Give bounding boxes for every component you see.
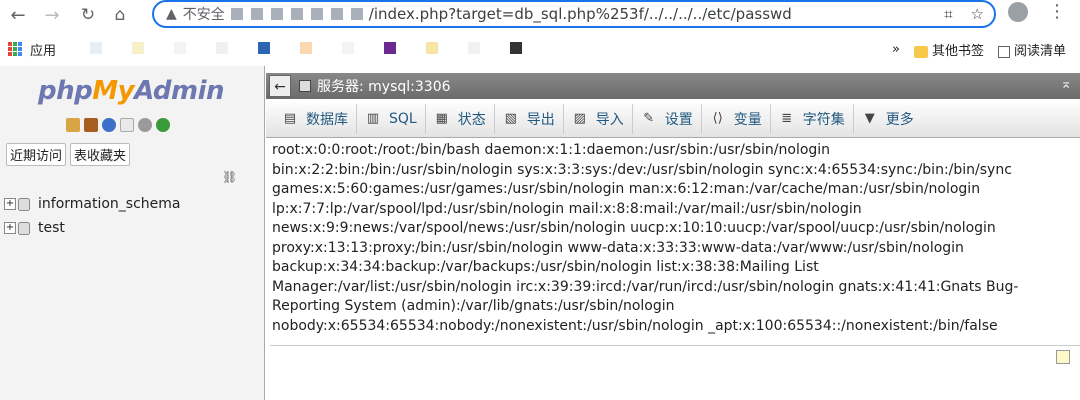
insecure-label[interactable]: 不安全 [183, 4, 225, 24]
reload-icon[interactable]: ↻ [76, 3, 100, 27]
top-menu-tabs: ▤ 数据库 ▥ SQL ▦ 状态 ▧ 导出 ▨ 导入 ✎ 设置 ⟨⟩ 变量 ≣ 字符集 ▼ 更多 [266, 100, 1080, 138]
server-label[interactable]: 服务器: mysql:3306 [317, 76, 451, 96]
export-icon: ▧ [504, 111, 517, 126]
sql-icon: ▥ [366, 111, 380, 126]
reload-nav-icon[interactable] [156, 118, 170, 132]
bookmark-star-icon[interactable]: ☆ [971, 5, 984, 23]
expand-plus-icon[interactable]: + [4, 222, 16, 234]
address-bar[interactable]: ▲ 不安全 /index.php?target=db_sql.php%253f/… [152, 0, 996, 28]
url-text[interactable]: /index.php?target=db_sql.php%253f/../../… [369, 5, 792, 23]
profile-avatar-icon[interactable] [1008, 2, 1028, 22]
charset-icon: ≣ [781, 111, 793, 126]
tab-variables[interactable]: ⟨⟩ 变量 [702, 103, 771, 134]
database-item[interactable]: + test [4, 216, 181, 240]
server-icon [299, 80, 311, 92]
logo-php: php [38, 76, 93, 106]
status-icon: ▦ [435, 111, 448, 126]
variables-icon: ⟨⟩ [712, 111, 723, 126]
database-name[interactable]: information_schema [38, 196, 181, 212]
logo-my: My [92, 76, 135, 106]
pma-navigation-panel: phpMyAdmin 近期访问 表收藏夹 ⛓ + information_sch… [0, 66, 265, 400]
tab-sql[interactable]: ▥ SQL [357, 103, 426, 134]
browser-right-controls: ⋮ [1008, 2, 1066, 22]
logout-icon[interactable] [84, 118, 98, 132]
favorite-tables-button[interactable]: 表收藏夹 [70, 143, 131, 166]
database-icon [18, 197, 30, 211]
bookmarks-bar: 应用 » 其他书签 阅读清单 [0, 34, 1080, 64]
back-arrow-icon[interactable]: ← [6, 3, 30, 27]
settings-gear-icon[interactable] [138, 118, 152, 132]
tab-charset[interactable]: ≣ 字符集 [771, 103, 854, 134]
console-toggle-icon[interactable] [1056, 350, 1070, 364]
tab-databases[interactable]: ▤ 数据库 [274, 103, 357, 134]
tab-label: 状态 [457, 111, 486, 128]
more-dropdown-icon: ▼ [864, 111, 875, 126]
docs-icon[interactable] [120, 118, 134, 132]
tab-label: SQL [389, 110, 417, 127]
import-icon: ▨ [573, 111, 586, 126]
recent-favorites: 近期访问 表收藏夹 [6, 143, 131, 166]
tab-label: 导出 [526, 111, 555, 128]
other-bookmarks-folder[interactable]: 其他书签 [913, 40, 984, 59]
included-file-output: root:x:0:0:root:/root:/bin/bash daemon:x… [272, 142, 1019, 334]
logo-admin: Admin [134, 76, 225, 106]
redacted-bookmarks [90, 42, 522, 54]
reading-list[interactable]: 阅读清单 [997, 40, 1066, 59]
database-name[interactable]: test [38, 220, 65, 236]
home-icon[interactable]: ⌂ [108, 3, 132, 27]
tab-export[interactable]: ▧ 导出 [495, 103, 564, 134]
apps-grid-icon[interactable] [8, 42, 22, 56]
database-item[interactable]: + information_schema [4, 192, 181, 216]
recent-tables-button[interactable]: 近期访问 [6, 143, 67, 166]
expand-plus-icon[interactable]: + [4, 198, 16, 210]
tab-settings[interactable]: ✎ 设置 [633, 103, 702, 134]
tab-label: 数据库 [306, 111, 348, 128]
home-icon[interactable] [66, 118, 80, 132]
tab-label: 变量 [733, 111, 762, 128]
reading-list-label: 阅读清单 [1013, 44, 1066, 59]
folder-icon [913, 45, 928, 58]
collapse-top-menu-icon[interactable]: ⌅ [1060, 76, 1072, 92]
other-bookmarks-label: 其他书签 [931, 44, 984, 59]
collapse-nav-arrow-icon[interactable]: ← [269, 75, 291, 97]
database-tree: + information_schema + test [4, 192, 181, 240]
database-icon: ▤ [283, 111, 297, 126]
warning-triangle-icon[interactable]: ▲ [166, 6, 177, 22]
tab-label: 设置 [664, 111, 693, 128]
forward-arrow-icon[interactable]: → [40, 3, 64, 27]
more-bookmarks-chevron[interactable]: » [892, 42, 900, 57]
help-icon[interactable] [102, 118, 116, 132]
link-chain-icon[interactable]: ⛓ [222, 170, 237, 184]
server-breadcrumb-bar: ← 服务器: mysql:3306 ⌅ [266, 73, 1080, 99]
menu-kebab-icon[interactable]: ⋮ [1048, 2, 1066, 22]
reading-list-icon [997, 45, 1010, 58]
tab-label: 更多 [885, 111, 914, 128]
database-icon [18, 221, 30, 235]
qr-code-icon[interactable]: ⌗ [944, 5, 952, 23]
tab-label: 字符集 [802, 111, 845, 128]
tab-import[interactable]: ▨ 导入 [564, 103, 633, 134]
phpmyadmin-logo[interactable]: phpMyAdmin [38, 76, 225, 106]
apps-label[interactable]: 应用 [30, 40, 56, 59]
tab-status[interactable]: ▦ 状态 [426, 103, 495, 134]
tab-more[interactable]: ▼ 更多 [854, 104, 922, 134]
tab-label: 导入 [595, 111, 624, 128]
settings-wrench-icon: ✎ [643, 111, 655, 126]
quick-icons [66, 118, 170, 132]
redacted-host [230, 8, 363, 20]
divider [270, 345, 1080, 346]
